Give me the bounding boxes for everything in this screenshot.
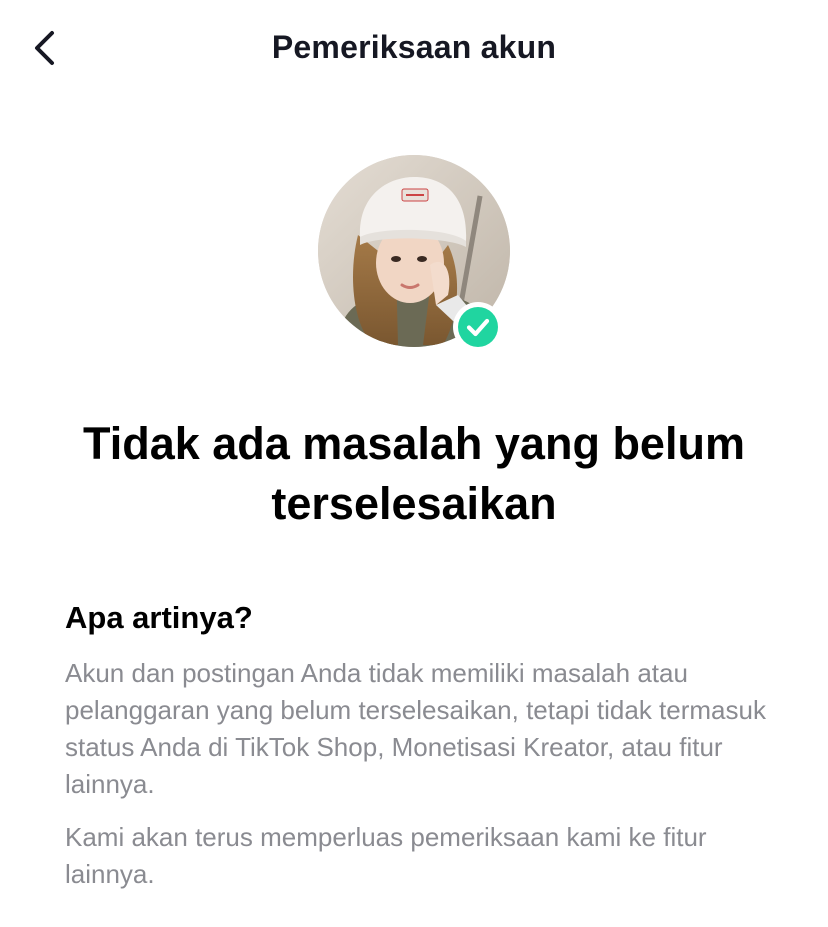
profile-avatar-container bbox=[318, 155, 510, 352]
check-circle-icon bbox=[453, 302, 503, 352]
verified-badge bbox=[452, 301, 504, 353]
section-title-what-it-means: Apa artinya? bbox=[65, 600, 253, 635]
status-heading: Tidak ada masalah yang belum terselesaik… bbox=[83, 418, 745, 529]
explanation-paragraph: Akun dan postingan Anda tidak memiliki m… bbox=[65, 658, 766, 799]
page-title: Pemeriksaan akun bbox=[271, 29, 557, 65]
top-navigation-bar: Pemeriksaan akun bbox=[0, 0, 828, 96]
expansion-note-paragraph: Kami akan terus memperluas pemeriksaan k… bbox=[65, 822, 707, 889]
